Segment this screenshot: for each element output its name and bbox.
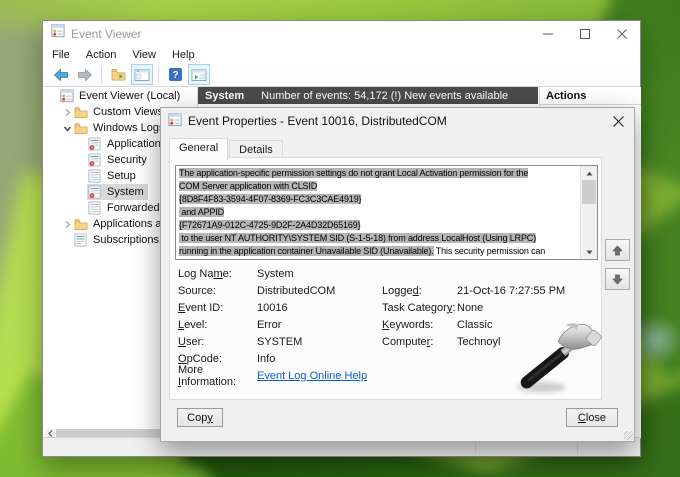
field-value: SYSTEM bbox=[257, 336, 382, 348]
field-label: Task Category: bbox=[382, 302, 457, 314]
chevron-collapsed-icon[interactable] bbox=[61, 220, 73, 229]
field-label: Keywords: bbox=[382, 319, 457, 331]
event-viewer-icon bbox=[60, 89, 75, 103]
field-row: Log Name:System bbox=[178, 265, 595, 282]
export-folder-icon[interactable] bbox=[107, 64, 129, 85]
resize-grip[interactable] bbox=[624, 431, 633, 440]
events-summary: Number of events: 54,172 (!) New events … bbox=[261, 90, 508, 102]
toolbar-separator bbox=[158, 67, 159, 83]
status-bar-divider bbox=[577, 440, 578, 454]
next-event-button[interactable] bbox=[605, 268, 630, 290]
dialog-title: Event Properties - Event 10016, Distribu… bbox=[188, 114, 602, 128]
tree-item-label: Custom Views bbox=[93, 106, 163, 118]
show-action-pane-icon[interactable] bbox=[188, 64, 210, 85]
minimize-button[interactable] bbox=[529, 21, 566, 46]
desktop: Event Viewer File Action View Help ? bbox=[0, 0, 680, 477]
log-icon bbox=[88, 153, 103, 167]
field-label: Source: bbox=[178, 285, 257, 297]
subscriptions-icon bbox=[74, 233, 89, 247]
menu-bar: File Action View Help bbox=[43, 46, 640, 63]
description-selected-text: The application-specific permission sett… bbox=[179, 168, 536, 256]
menu-action[interactable]: Action bbox=[86, 49, 117, 61]
hammer-watermark bbox=[514, 318, 602, 396]
field-label: User: bbox=[178, 336, 257, 348]
event-description-text: The application-specific permission sett… bbox=[179, 167, 580, 259]
help-icon[interactable]: ? bbox=[164, 64, 186, 85]
field-label: More Information: bbox=[178, 364, 257, 388]
field-label: Log Name: bbox=[178, 268, 257, 280]
tree-item-label: Event Viewer (Local) bbox=[79, 90, 180, 102]
status-bar-divider bbox=[475, 440, 476, 454]
scroll-thumb[interactable] bbox=[582, 180, 596, 204]
tree-item-label: Security bbox=[107, 154, 147, 166]
tree-item-label: Setup bbox=[107, 170, 136, 182]
folder-icon bbox=[74, 121, 89, 135]
previous-event-button[interactable] bbox=[605, 239, 630, 261]
menu-help[interactable]: Help bbox=[172, 49, 195, 61]
tree-item-label: Windows Logs bbox=[93, 122, 165, 134]
back-icon[interactable] bbox=[50, 64, 72, 85]
menu-file[interactable]: File bbox=[52, 49, 70, 61]
window-titlebar[interactable]: Event Viewer bbox=[43, 21, 640, 46]
log-icon bbox=[88, 137, 103, 151]
forward-icon[interactable] bbox=[74, 64, 96, 85]
scroll-up-arrow-icon[interactable] bbox=[581, 166, 597, 180]
field-label: Level: bbox=[178, 319, 257, 331]
list-icon bbox=[88, 201, 103, 215]
scroll-down-arrow-icon[interactable] bbox=[581, 245, 597, 259]
field-row: Event ID:10016Task Category:None bbox=[178, 299, 595, 316]
copy-button[interactable]: Copy bbox=[177, 408, 223, 427]
tree-item-label: Application bbox=[107, 138, 161, 150]
field-value: Info bbox=[257, 353, 382, 365]
log-name-label: System bbox=[205, 90, 244, 102]
events-list-header: System Number of events: 54,172 (!) New … bbox=[198, 87, 538, 104]
event-description-box[interactable]: The application-specific permission sett… bbox=[175, 165, 598, 260]
arrow-down-icon bbox=[611, 273, 624, 286]
field-value: DistributedCOM bbox=[257, 285, 382, 297]
description-scrollbar[interactable] bbox=[580, 166, 597, 259]
menu-view[interactable]: View bbox=[132, 49, 156, 61]
toolbar-separator bbox=[101, 67, 102, 83]
event-properties-icon bbox=[168, 113, 182, 130]
hammer-icon bbox=[514, 318, 602, 396]
actions-header-label: Actions bbox=[540, 87, 641, 105]
field-value: None bbox=[457, 302, 595, 314]
toolbar: ? bbox=[43, 63, 640, 87]
field-row: Source:DistributedCOMLogged:21-Oct-16 7:… bbox=[178, 282, 595, 299]
field-label: Event ID: bbox=[178, 302, 257, 314]
field-label: Logged: bbox=[382, 285, 457, 297]
arrow-up-icon bbox=[611, 244, 624, 257]
field-value: 10016 bbox=[257, 302, 382, 314]
field-value: 21-Oct-16 7:27:55 PM bbox=[457, 285, 595, 297]
console-window-icon[interactable] bbox=[131, 64, 153, 85]
field-value: Error bbox=[257, 319, 382, 331]
close-dialog-button[interactable]: Close bbox=[566, 408, 618, 427]
log-icon bbox=[88, 185, 103, 199]
chevron-collapsed-icon[interactable] bbox=[61, 108, 73, 117]
list-icon bbox=[88, 169, 103, 183]
chevron-expanded-icon[interactable] bbox=[61, 124, 73, 133]
close-button[interactable] bbox=[603, 21, 640, 46]
folder-icon bbox=[74, 105, 89, 119]
folder-icon bbox=[74, 217, 89, 231]
dialog-close-icon[interactable] bbox=[602, 108, 634, 134]
event-viewer-app-icon bbox=[51, 24, 65, 43]
tree-item-event-viewer-local[interactable]: Event Viewer (Local) bbox=[45, 88, 197, 104]
tab-general[interactable]: General bbox=[169, 138, 228, 160]
tree-item-label: System bbox=[107, 186, 144, 198]
svg-text:?: ? bbox=[172, 70, 178, 81]
field-value: System bbox=[257, 268, 382, 280]
window-title: Event Viewer bbox=[71, 27, 529, 41]
field-label: Computer: bbox=[382, 336, 457, 348]
event-log-online-help-link[interactable]: Event Log Online Help bbox=[257, 370, 382, 382]
tree-item-label: Subscriptions bbox=[93, 234, 159, 246]
maximize-button[interactable] bbox=[566, 21, 603, 46]
dialog-titlebar[interactable]: Event Properties - Event 10016, Distribu… bbox=[161, 108, 634, 134]
